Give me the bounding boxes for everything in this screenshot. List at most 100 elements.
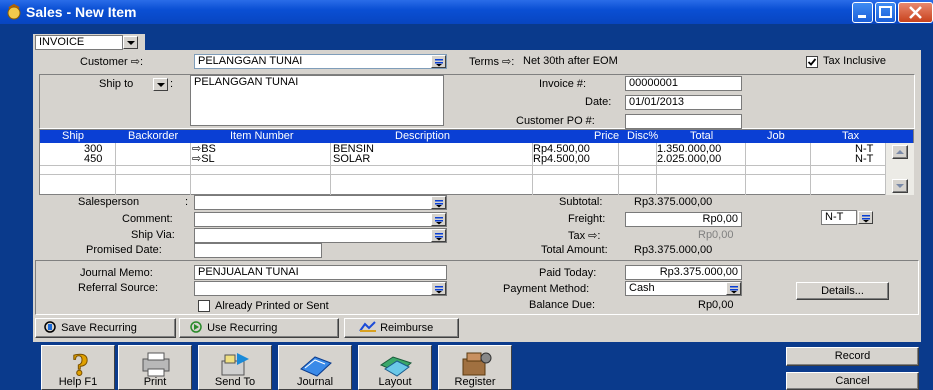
print-button[interactable]: Print — [118, 345, 192, 390]
col-backorder: Backorder — [128, 130, 179, 142]
col-tax: Tax — [842, 130, 860, 142]
journal-label: Journal — [296, 376, 334, 388]
referral-source-label: Referral Source: — [78, 282, 159, 294]
total-amount-label: Total Amount: — [541, 244, 608, 256]
cell-total: 2.025.000,00 — [657, 154, 722, 165]
payment-method-field[interactable]: Cash — [625, 281, 742, 296]
customer-dropdown-button[interactable] — [431, 55, 446, 68]
save-recurring-icon — [44, 321, 56, 333]
journal-memo-field[interactable]: PENJUALAN TUNAI — [194, 265, 447, 280]
send-to-button[interactable]: Send To — [198, 345, 272, 390]
date-field[interactable]: 01/01/2013 — [625, 95, 742, 110]
customer-po-label: Customer PO #: — [516, 115, 595, 127]
col-item-number: Item Number — [230, 130, 294, 142]
list-icon — [862, 215, 870, 223]
ship-via-dropdown-button[interactable] — [431, 229, 446, 242]
payment-method-label: Payment Method: — [503, 283, 590, 295]
maximize-button[interactable] — [875, 2, 896, 23]
printer-icon — [142, 352, 170, 377]
promised-date-label: Promised Date: — [86, 244, 162, 256]
salesperson-dropdown-button[interactable] — [431, 196, 446, 209]
table-header: Ship Backorder Item Number Description P… — [40, 130, 913, 143]
sales-window: Sales - New Item INVOICE Customer ⇨: PEL… — [0, 0, 933, 390]
referral-source-dropdown-button[interactable] — [431, 282, 446, 295]
ship-via-field[interactable] — [194, 228, 447, 243]
promised-date-field[interactable] — [194, 243, 322, 258]
already-printed-checkbox[interactable] — [198, 300, 210, 312]
scroll-down-button[interactable] — [892, 179, 908, 193]
reimburse-label: Reimburse — [380, 322, 434, 334]
register-button[interactable]: Register — [438, 345, 512, 390]
ship-to-address[interactable]: PELANGGAN TUNAI — [190, 75, 444, 126]
journal-button[interactable]: Journal — [278, 345, 352, 390]
use-recurring-icon — [190, 321, 202, 333]
maximize-icon — [879, 6, 892, 18]
freight-tax-dropdown-button[interactable] — [858, 211, 873, 224]
chevron-down-icon — [127, 41, 135, 45]
details-button[interactable]: Details... — [796, 282, 889, 300]
help-button[interactable]: ? Help F1 — [41, 345, 115, 390]
title-bar: Sales - New Item — [0, 0, 933, 24]
layout-select[interactable]: INVOICE — [35, 35, 123, 50]
minimize-button[interactable] — [852, 2, 873, 23]
table-scrollbar[interactable] — [886, 143, 914, 195]
journal-memo-label: Journal Memo: — [80, 267, 153, 279]
payment-method-dropdown-button[interactable] — [726, 282, 741, 295]
record-label: Record — [834, 350, 871, 362]
list-icon — [435, 233, 443, 241]
close-button[interactable] — [898, 2, 933, 23]
details-button-label: Details... — [821, 285, 864, 297]
journal-icon — [300, 356, 332, 377]
list-icon — [435, 217, 443, 225]
arrow-down-icon — [896, 184, 904, 188]
comment-field[interactable] — [194, 212, 447, 227]
ship-to-dropdown-button[interactable] — [153, 78, 168, 91]
referral-source-field[interactable] — [194, 281, 447, 296]
salesperson-field[interactable] — [194, 195, 447, 210]
cancel-button[interactable]: Cancel — [786, 372, 919, 390]
balance-due-label: Balance Due: — [529, 299, 596, 311]
tax-value: Rp0,00 — [698, 229, 734, 241]
send-to-label: Send To — [214, 376, 256, 388]
tax-inclusive-label: Tax Inclusive — [823, 55, 886, 67]
save-recurring-label: Save Recurring — [61, 322, 137, 334]
ship-to-label: Ship to — [99, 78, 134, 90]
customer-po-field[interactable] — [625, 114, 742, 129]
tax-inclusive-checkbox[interactable] — [806, 56, 818, 68]
invoice-number-field[interactable]: 00000001 — [625, 76, 742, 91]
date-label: Date: — [585, 96, 612, 108]
layout-button[interactable]: Layout — [358, 345, 432, 390]
use-recurring-label: Use Recurring — [207, 322, 278, 334]
subtotal-value: Rp3.375.000,00 — [634, 196, 713, 208]
save-recurring-button[interactable]: Save Recurring — [35, 318, 176, 338]
terms-value: Net 30th after EOM — [523, 55, 618, 67]
cell-price: Rp4.500,00 — [533, 154, 590, 165]
line-items-table: Ship Backorder Item Number Description P… — [39, 129, 914, 195]
chevron-down-icon — [157, 83, 165, 87]
salesperson-label: Salesperson — [78, 196, 140, 208]
scroll-up-button[interactable] — [892, 145, 908, 159]
app-icon — [7, 4, 21, 20]
list-icon — [730, 286, 738, 294]
reimburse-button[interactable]: Reimburse — [344, 318, 459, 338]
list-icon — [435, 59, 443, 67]
main-panel: Customer ⇨: PELANGGAN TUNAI Terms ⇨: Net… — [33, 50, 921, 342]
balance-due-value: Rp0,00 — [698, 299, 734, 311]
freight-tax-code[interactable]: N-T — [821, 210, 857, 225]
customer-field[interactable]: PELANGGAN TUNAI — [194, 54, 447, 69]
freight-field[interactable]: Rp0,00 — [625, 212, 742, 227]
send-to-icon — [221, 353, 249, 376]
use-recurring-button[interactable]: Use Recurring — [179, 318, 339, 338]
record-button[interactable]: Record — [786, 347, 919, 366]
comment-dropdown-button[interactable] — [431, 213, 446, 226]
minimize-icon — [858, 15, 866, 18]
help-label: Help F1 — [58, 376, 98, 388]
freight-label: Freight: — [568, 213, 606, 225]
cell-tax: N-T — [855, 153, 874, 165]
cell-ship: 450 — [84, 153, 103, 165]
layout-dropdown-button[interactable] — [123, 36, 138, 49]
paid-today-field[interactable]: Rp3.375.000,00 — [625, 265, 742, 280]
tax-label: Tax ⇨: — [568, 230, 601, 242]
col-total: Total — [690, 130, 714, 142]
layout-tab: INVOICE — [33, 34, 145, 50]
